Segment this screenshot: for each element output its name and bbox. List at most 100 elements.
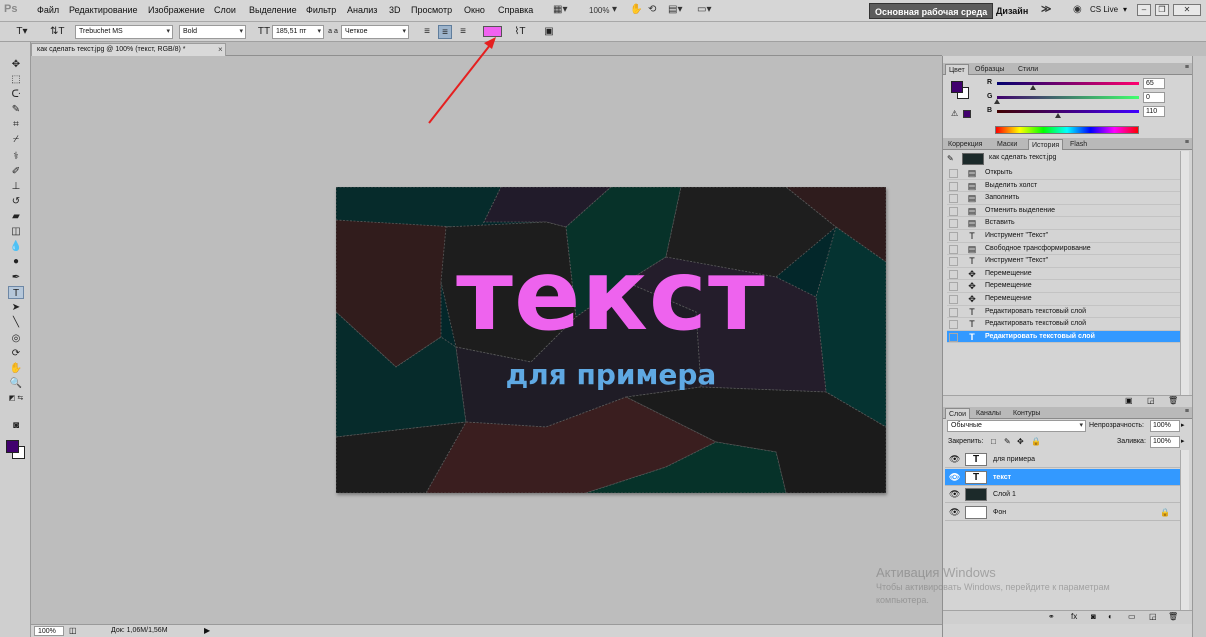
hand-view-icon[interactable]: ✋: [630, 4, 642, 18]
opacity-arrow-icon[interactable]: ▸: [1181, 421, 1185, 429]
gradient-tool-icon[interactable]: ◫: [8, 225, 24, 238]
history-source-checkbox[interactable]: [949, 244, 958, 254]
history-item[interactable]: ▤ Вставить: [947, 217, 1180, 230]
path-selection-tool-icon[interactable]: ➤: [8, 301, 24, 314]
tab-swatches[interactable]: Образцы: [972, 64, 1007, 75]
panel-menu-icon[interactable]: ≡: [1185, 64, 1189, 71]
lasso-tool-icon[interactable]: ᑢ: [8, 88, 24, 101]
blur-tool-icon[interactable]: 💧: [8, 240, 24, 253]
close-icon[interactable]: ✕: [1173, 4, 1201, 16]
adjustment-layer-icon[interactable]: ◐: [1108, 612, 1113, 621]
history-source-checkbox[interactable]: [949, 269, 958, 279]
history-snapshot[interactable]: ✎ как сделать текст.jpg: [947, 152, 1183, 166]
quick-mask-icon[interactable]: ◙: [8, 419, 24, 432]
layers-scrollbar[interactable]: [1180, 450, 1189, 610]
history-item[interactable]: ▤ Отменить выделение: [947, 205, 1180, 218]
zoom-preview-icon[interactable]: ◫: [69, 626, 77, 635]
document-canvas[interactable]: текст для примера: [336, 187, 886, 493]
menu-window[interactable]: Окно: [464, 5, 485, 15]
lock-image-icon[interactable]: ✎: [1004, 437, 1011, 446]
link-layers-icon[interactable]: ⚭: [1048, 612, 1055, 621]
canvas-title-text[interactable]: текст: [336, 241, 886, 351]
crop-tool-icon[interactable]: ⌗: [8, 118, 24, 131]
color-panel-foreground-swatch[interactable]: [951, 81, 963, 93]
layer-row[interactable]: 👁 Tдля примера: [945, 451, 1180, 468]
pen-tool-icon[interactable]: ✒: [8, 271, 24, 284]
new-document-from-state-icon[interactable]: ▣: [1125, 396, 1133, 405]
layer-row[interactable]: 👁 Фон 🔒: [945, 504, 1180, 521]
cs-live-dropdown-icon[interactable]: ▾: [1123, 5, 1127, 14]
blue-slider[interactable]: [997, 110, 1139, 113]
gamut-color-swatch[interactable]: [963, 110, 971, 118]
delete-state-icon[interactable]: 🗑: [1168, 396, 1178, 405]
minimize-icon[interactable]: –: [1137, 4, 1151, 16]
menu-edit[interactable]: Редактирование: [69, 5, 138, 15]
eraser-tool-icon[interactable]: ▰: [8, 210, 24, 223]
green-slider-thumb[interactable]: [994, 99, 1000, 104]
warp-text-icon[interactable]: ⌇T: [513, 25, 527, 39]
line-tool-icon[interactable]: ╲: [8, 316, 24, 329]
status-menu-arrow[interactable]: ▶: [204, 626, 210, 635]
history-item[interactable]: ▤ Заполнить: [947, 192, 1180, 205]
history-source-checkbox[interactable]: [949, 295, 958, 304]
menu-layers[interactable]: Слои: [214, 5, 236, 15]
eye-icon[interactable]: 👁: [949, 469, 960, 486]
menu-filter[interactable]: Фильтр: [306, 5, 336, 15]
character-panel-icon[interactable]: ▣: [542, 25, 556, 39]
tab-channels[interactable]: Каналы: [973, 408, 1004, 419]
3d-rotate-tool-icon[interactable]: ◎: [8, 332, 24, 345]
eyedropper-tool-icon[interactable]: ⌿: [8, 133, 24, 146]
zoom-tool-icon[interactable]: 🔍: [8, 377, 24, 390]
menu-view[interactable]: Просмотр: [411, 5, 452, 15]
history-item[interactable]: ✥ Перемещение: [947, 280, 1180, 293]
more-workspaces-icon[interactable]: ≫: [1041, 4, 1051, 18]
opacity-field[interactable]: 100%: [1150, 420, 1180, 432]
font-style-select[interactable]: Bold ▾: [179, 25, 246, 39]
foreground-color-swatch[interactable]: [6, 440, 19, 453]
blue-value-field[interactable]: 110: [1143, 106, 1165, 117]
gamut-warning-icon[interactable]: ⚠: [951, 109, 958, 118]
history-item[interactable]: T Инструмент "Текст": [947, 255, 1180, 268]
red-slider[interactable]: [997, 82, 1139, 85]
menu-select[interactable]: Выделение: [249, 5, 297, 15]
rotate-view-icon[interactable]: ⟲: [648, 4, 656, 18]
history-item[interactable]: ▤ Открыть: [947, 167, 1180, 180]
history-item[interactable]: T Редактировать текстовый слой: [947, 318, 1180, 331]
layer-row[interactable]: 👁 Слой 1: [945, 486, 1180, 503]
canvas-subtitle-text[interactable]: для примера: [336, 358, 886, 392]
dodge-tool-icon[interactable]: ●: [8, 255, 24, 268]
blend-mode-select[interactable]: Обычные ▾: [947, 420, 1086, 432]
history-item[interactable]: ▤ Выделить холст: [947, 180, 1180, 193]
history-item[interactable]: T Редактировать текстовый слой: [947, 330, 1180, 344]
history-brush-tool-icon[interactable]: ↺: [8, 195, 24, 208]
tab-flash[interactable]: Flash: [1067, 139, 1090, 150]
workspace-design-button[interactable]: Дизайн: [991, 3, 1033, 19]
color-spectrum-bar[interactable]: [995, 126, 1139, 134]
quick-selection-tool-icon[interactable]: ✎: [8, 103, 24, 116]
tab-layers[interactable]: Слои: [945, 408, 971, 419]
eye-icon[interactable]: 👁: [949, 504, 960, 521]
clone-stamp-tool-icon[interactable]: ⊥: [8, 180, 24, 193]
font-size-select[interactable]: 185,51 пт ▾: [272, 25, 324, 39]
menu-3d[interactable]: 3D: [389, 5, 401, 15]
brush-tool-icon[interactable]: ✐: [8, 165, 24, 178]
text-tool-preset-icon[interactable]: T▾: [15, 25, 29, 39]
toggle-text-orientation-icon[interactable]: ⇅T: [50, 25, 65, 39]
tab-history[interactable]: История: [1028, 139, 1064, 150]
layer-style-icon[interactable]: fx: [1071, 612, 1077, 621]
cs-live-label[interactable]: CS Live: [1090, 5, 1118, 14]
healing-brush-tool-icon[interactable]: ⚕: [8, 150, 24, 163]
arrange-documents-icon[interactable]: ▤▾: [668, 4, 682, 18]
history-source-checkbox[interactable]: [949, 332, 958, 342]
new-group-icon[interactable]: ▭: [1128, 612, 1136, 621]
3d-orbit-tool-icon[interactable]: ⟳: [8, 347, 24, 360]
hand-tool-icon[interactable]: ✋: [8, 362, 24, 375]
history-source-checkbox[interactable]: [949, 320, 958, 330]
history-source-checkbox[interactable]: [949, 206, 958, 216]
tab-color[interactable]: Цвет: [945, 64, 969, 75]
screen-mode-icon[interactable]: ▭▾: [697, 4, 711, 18]
panel-dock-strip[interactable]: [1192, 56, 1206, 637]
red-value-field[interactable]: 65: [1143, 78, 1165, 89]
tab-styles[interactable]: Стили: [1015, 64, 1041, 75]
layer-row[interactable]: 👁 Tтекст: [945, 468, 1180, 486]
